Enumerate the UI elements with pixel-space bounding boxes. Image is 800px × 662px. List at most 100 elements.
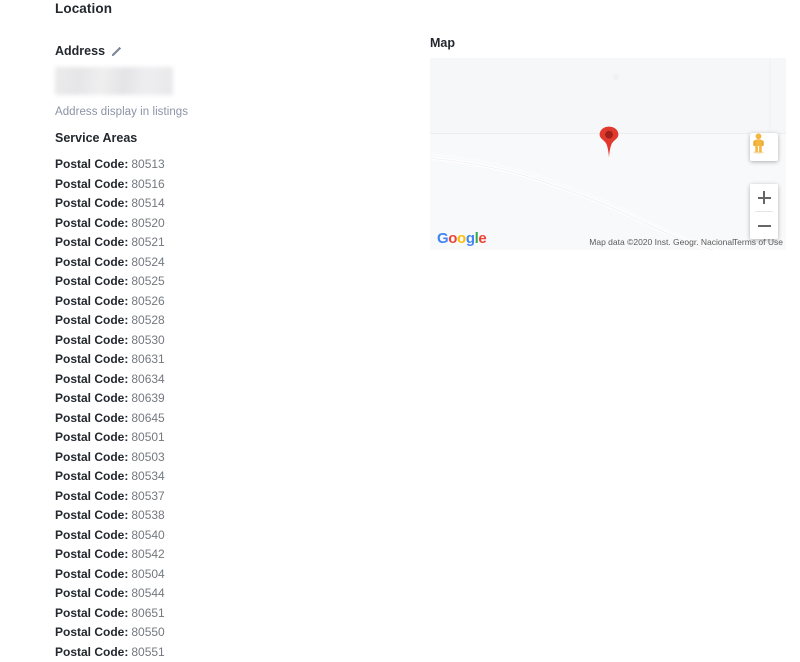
postal-code-label: Postal Code: xyxy=(55,528,128,542)
postal-code-value: 80525 xyxy=(131,274,164,288)
page-title: Location xyxy=(55,0,415,16)
service-areas-list: Postal Code:80513Postal Code:80516Postal… xyxy=(55,155,415,662)
postal-code-label: Postal Code: xyxy=(55,255,128,269)
postal-code-value: 80645 xyxy=(131,411,164,425)
google-logo-letter: G xyxy=(437,230,448,247)
list-item: Postal Code:80540 xyxy=(55,526,415,546)
service-areas-title: Service Areas xyxy=(55,131,415,145)
map-label: Map xyxy=(430,36,455,50)
list-item: Postal Code:80513 xyxy=(55,155,415,175)
zoom-in-button[interactable] xyxy=(750,184,778,211)
postal-code-value: 80537 xyxy=(131,489,164,503)
postal-code-value: 80514 xyxy=(131,196,164,210)
postal-code-value: 80513 xyxy=(131,157,164,171)
list-item: Postal Code:80525 xyxy=(55,272,415,292)
list-item: Postal Code:80544 xyxy=(55,584,415,604)
pencil-icon[interactable] xyxy=(111,46,122,57)
postal-code-value: 80540 xyxy=(131,528,164,542)
map-zoom-controls[interactable] xyxy=(750,184,778,239)
list-item: Postal Code:80534 xyxy=(55,467,415,487)
postal-code-value: 80504 xyxy=(131,567,164,581)
postal-code-label: Postal Code: xyxy=(55,294,128,308)
list-item: Postal Code:80514 xyxy=(55,194,415,214)
postal-code-value: 80503 xyxy=(131,450,164,464)
address-label-row: Address xyxy=(55,44,415,58)
google-logo: Google xyxy=(437,231,486,246)
list-item: Postal Code:80521 xyxy=(55,233,415,253)
postal-code-label: Postal Code: xyxy=(55,547,128,561)
postal-code-label: Postal Code: xyxy=(55,313,128,327)
list-item: Postal Code:80501 xyxy=(55,428,415,448)
pegman-street-view-icon[interactable] xyxy=(750,133,778,161)
google-logo-letter: o xyxy=(448,230,457,247)
list-item: Postal Code:80516 xyxy=(55,175,415,195)
postal-code-label: Postal Code: xyxy=(55,430,128,444)
postal-code-value: 80634 xyxy=(131,372,164,386)
postal-code-value: 80631 xyxy=(131,352,164,366)
postal-code-label: Postal Code: xyxy=(55,216,128,230)
postal-code-label: Postal Code: xyxy=(55,645,128,659)
postal-code-label: Postal Code: xyxy=(55,567,128,581)
map-panel[interactable]: Google Map data ©2020 Inst. Geogr. Nacio… xyxy=(430,58,786,250)
address-value-redacted xyxy=(55,67,173,95)
map-attribution: Map data ©2020 Inst. Geogr. Nacional xyxy=(589,237,734,247)
postal-code-value: 80542 xyxy=(131,547,164,561)
list-item: Postal Code:80524 xyxy=(55,253,415,273)
postal-code-value: 80501 xyxy=(131,430,164,444)
zoom-out-button[interactable] xyxy=(750,212,778,239)
list-item: Postal Code:80526 xyxy=(55,292,415,312)
postal-code-label: Postal Code: xyxy=(55,235,128,249)
postal-code-label: Postal Code: xyxy=(55,333,128,347)
list-item: Postal Code:80528 xyxy=(55,311,415,331)
postal-code-value: 80639 xyxy=(131,391,164,405)
postal-code-value: 80528 xyxy=(131,313,164,327)
postal-code-value: 80520 xyxy=(131,216,164,230)
postal-code-value: 80534 xyxy=(131,469,164,483)
postal-code-label: Postal Code: xyxy=(55,450,128,464)
postal-code-label: Postal Code: xyxy=(55,196,128,210)
postal-code-label: Postal Code: xyxy=(55,372,128,386)
minus-icon xyxy=(758,219,771,232)
postal-code-label: Postal Code: xyxy=(55,489,128,503)
list-item: Postal Code:80634 xyxy=(55,370,415,390)
postal-code-label: Postal Code: xyxy=(55,157,128,171)
postal-code-label: Postal Code: xyxy=(55,391,128,405)
list-item: Postal Code:80550 xyxy=(55,623,415,643)
postal-code-value: 80526 xyxy=(131,294,164,308)
address-label: Address xyxy=(55,44,105,58)
postal-code-value: 80551 xyxy=(131,645,164,659)
postal-code-value: 80524 xyxy=(131,255,164,269)
postal-code-value: 80550 xyxy=(131,625,164,639)
postal-code-label: Postal Code: xyxy=(55,177,128,191)
list-item: Postal Code:80631 xyxy=(55,350,415,370)
list-item: Postal Code:80520 xyxy=(55,214,415,234)
postal-code-label: Postal Code: xyxy=(55,625,128,639)
list-item: Postal Code:80542 xyxy=(55,545,415,565)
postal-code-label: Postal Code: xyxy=(55,606,128,620)
list-item: Postal Code:80530 xyxy=(55,331,415,351)
postal-code-label: Postal Code: xyxy=(55,508,128,522)
postal-code-label: Postal Code: xyxy=(55,586,128,600)
postal-code-value: 80516 xyxy=(131,177,164,191)
map-canvas[interactable]: Google Map data ©2020 Inst. Geogr. Nacio… xyxy=(430,58,786,250)
postal-code-value: 80521 xyxy=(131,235,164,249)
list-item: Postal Code:80639 xyxy=(55,389,415,409)
list-item: Postal Code:80645 xyxy=(55,409,415,429)
postal-code-value: 80544 xyxy=(131,586,164,600)
map-marker-icon[interactable] xyxy=(598,126,620,158)
postal-code-value: 80651 xyxy=(131,606,164,620)
postal-code-label: Postal Code: xyxy=(55,352,128,366)
google-logo-letter: o xyxy=(457,230,466,247)
location-panel: Location Address Address display in list… xyxy=(0,0,800,645)
google-logo-letter: e xyxy=(478,230,486,247)
google-logo-letter: g xyxy=(466,230,475,247)
list-item: Postal Code:80551 xyxy=(55,643,415,662)
list-item: Postal Code:80503 xyxy=(55,448,415,468)
postal-code-value: 80538 xyxy=(131,508,164,522)
list-item: Postal Code:80651 xyxy=(55,604,415,624)
location-left-column: Location Address Address display in list… xyxy=(55,0,415,662)
map-terms-of-use-link[interactable]: Terms of Use xyxy=(733,237,783,247)
postal-code-label: Postal Code: xyxy=(55,411,128,425)
postal-code-label: Postal Code: xyxy=(55,274,128,288)
plus-icon xyxy=(758,191,771,204)
